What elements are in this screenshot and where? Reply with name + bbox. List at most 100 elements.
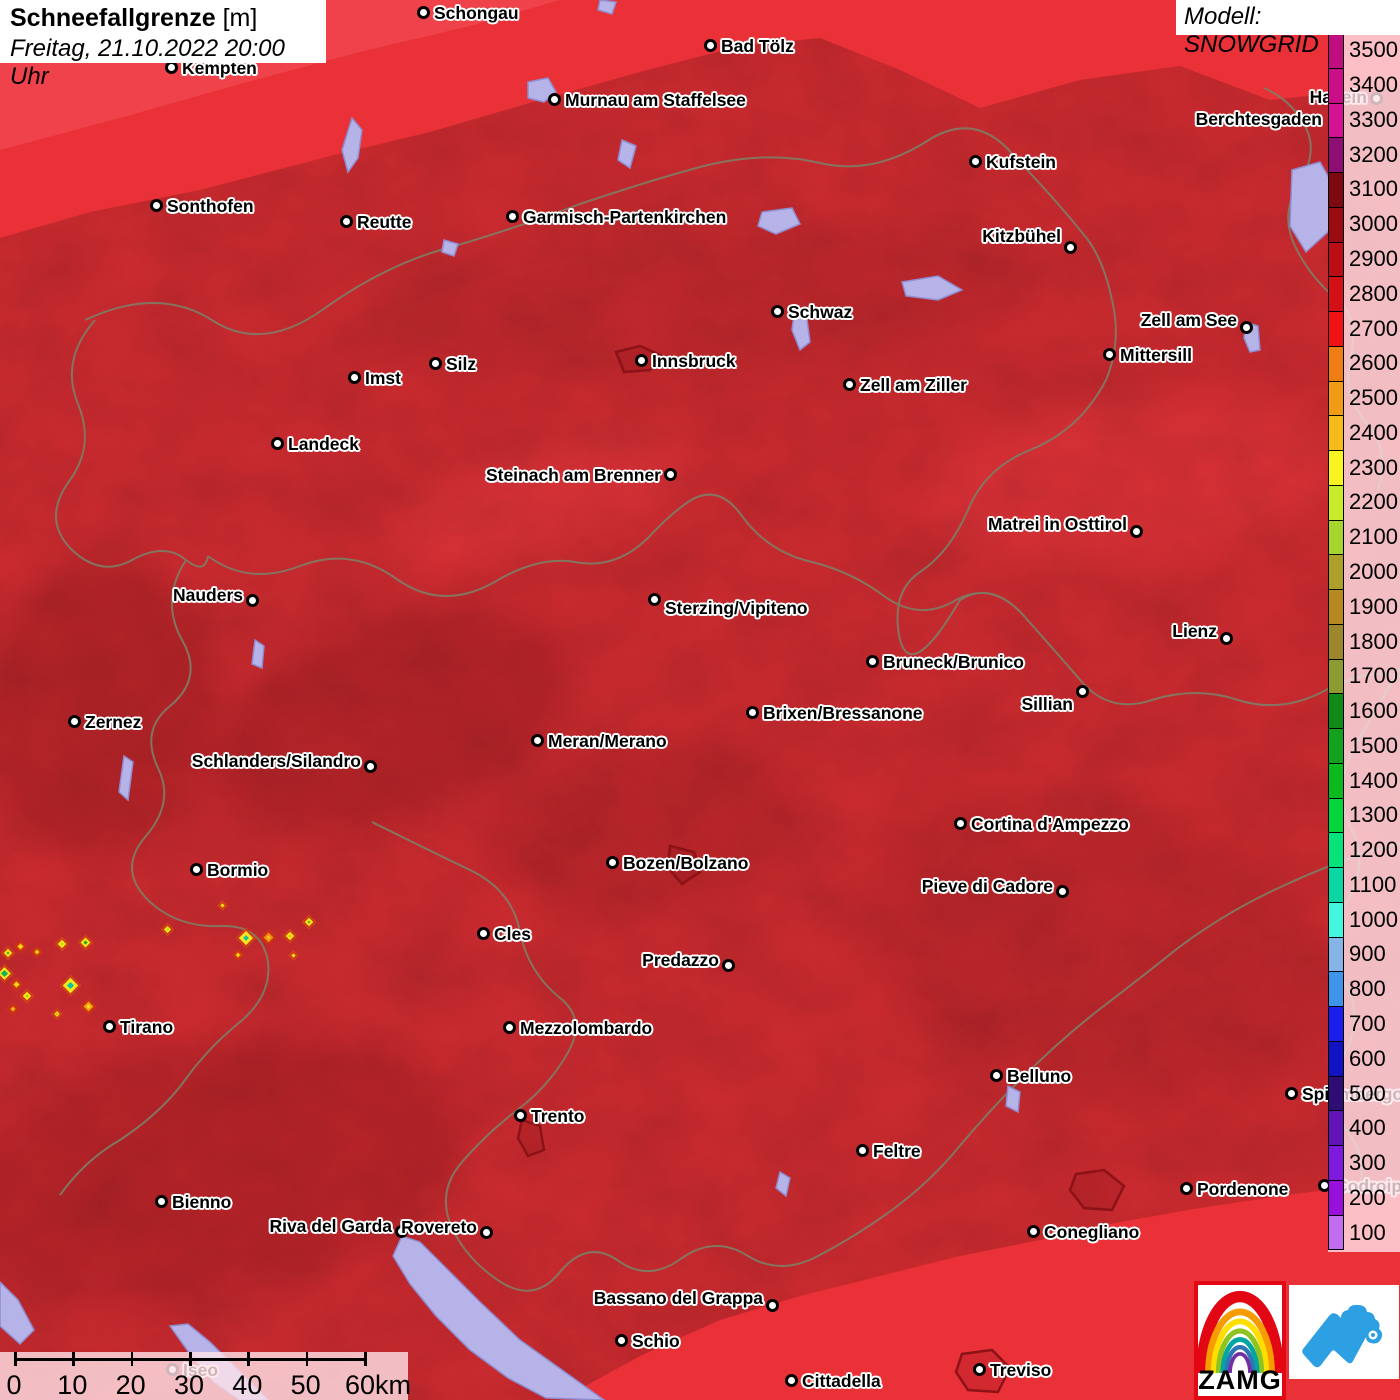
city-label: Nauders	[172, 585, 243, 605]
city-dot	[1240, 321, 1253, 334]
legend-value-label: 2600	[1349, 350, 1398, 376]
city-label: Feltre	[873, 1141, 921, 1161]
title-box: Schneefallgrenze [m] Freitag, 21.10.2022…	[0, 0, 326, 90]
city-label: Mittersill	[1120, 345, 1192, 365]
city-label: Trento	[531, 1106, 585, 1126]
legend-colorbar	[1328, 33, 1344, 1250]
city-dot	[429, 357, 442, 370]
city-dot	[843, 378, 856, 391]
legend-color-segment	[1329, 937, 1343, 973]
legend-color-segment	[1329, 624, 1343, 660]
legend-color-segment	[1329, 68, 1343, 104]
legend-color-segment	[1329, 312, 1343, 347]
legend-color-segment	[1329, 555, 1343, 590]
city-label: Schwaz	[788, 302, 853, 322]
city-label: Rovereto	[401, 1217, 477, 1237]
legend-value-label: 3500	[1349, 37, 1398, 63]
legend-value-label: 1200	[1349, 837, 1398, 863]
city-dot	[103, 1020, 116, 1033]
city-dot	[722, 959, 735, 972]
legend-value-label: 2200	[1349, 489, 1398, 515]
city-dot	[954, 817, 967, 830]
city-dot	[615, 1334, 628, 1347]
legend-value-label: 1000	[1349, 906, 1398, 932]
city-markers-layer: Schongau Kempten Bad Tölz Murnau am Staffel…	[0, 0, 1400, 1400]
legend-value-label: 1400	[1349, 767, 1398, 793]
city-dot	[785, 1374, 798, 1387]
legend-value-label: 2000	[1349, 558, 1398, 584]
zamg-logo-text: ZAMG	[1198, 1365, 1282, 1395]
scalebar-tick	[364, 1352, 367, 1366]
city-dot	[340, 215, 353, 228]
city-label: Bormio	[207, 860, 269, 880]
city-label: Tirano	[120, 1017, 174, 1037]
legend-color-segment	[1329, 103, 1343, 139]
city-dot	[150, 199, 163, 212]
city-label: Imst	[365, 368, 401, 388]
city-dot	[969, 155, 982, 168]
city-dot	[506, 210, 519, 223]
city-label: Sonthofen	[167, 196, 254, 216]
map-datetime: Freitag, 21.10.2022 20:00 Uhr	[10, 35, 285, 90]
legend-value-label: 1100	[1349, 871, 1397, 897]
city-label: Berchtesgaden	[1195, 109, 1322, 129]
legend-value-label: 1800	[1349, 628, 1398, 654]
legend-value-label: 3100	[1349, 176, 1398, 202]
legend-color-segment	[1329, 1146, 1343, 1181]
legend-color-segment	[1329, 590, 1343, 625]
legend-color-segment	[1329, 763, 1343, 799]
city-dot	[480, 1226, 493, 1239]
city-label: Sillian	[1021, 694, 1073, 714]
scalebar-label: 40	[232, 1370, 263, 1400]
scalebar-tick	[72, 1352, 75, 1366]
legend-color-segment	[1329, 242, 1343, 278]
city-label: Belluno	[1007, 1066, 1072, 1086]
city-label: Innsbruck	[652, 351, 736, 371]
city-dot	[348, 371, 361, 384]
legend-color-segment	[1329, 798, 1343, 834]
city-dot	[271, 437, 284, 450]
city-dot	[548, 93, 561, 106]
city-dot	[68, 715, 81, 728]
legend-color-segment	[1329, 1076, 1343, 1112]
legend-color-segment	[1329, 485, 1343, 521]
city-dot	[155, 1195, 168, 1208]
legend-value-label: 400	[1349, 1115, 1386, 1141]
legend-value-label: 1600	[1349, 698, 1398, 724]
legend-color-segment	[1329, 346, 1343, 382]
city-dot	[990, 1069, 1003, 1082]
city-dot	[1220, 632, 1233, 645]
legend-value-label: 100	[1349, 1219, 1386, 1245]
legend-value-label: 2400	[1349, 419, 1398, 445]
partner-logo-box	[1289, 1285, 1399, 1379]
city-dot	[973, 1363, 986, 1376]
city-dot	[1285, 1087, 1298, 1100]
city-label: Landeck	[288, 434, 359, 454]
city-dot	[1130, 525, 1143, 538]
legend-color-segment	[1329, 277, 1343, 312]
city-label: Meran/Merano	[548, 731, 667, 751]
scalebar-label: 60km	[344, 1370, 412, 1400]
city-label: Bienno	[172, 1192, 232, 1212]
city-label: Silz	[446, 354, 477, 374]
legend-color-segment	[1329, 207, 1343, 243]
city-label: Bruneck/Brunico	[883, 652, 1024, 672]
city-dot	[746, 706, 759, 719]
weather-map-screenshot: Schongau Kempten Bad Tölz Murnau am Staffel…	[0, 0, 1400, 1400]
scalebar-tick	[247, 1352, 250, 1366]
scalebar-label: 20	[115, 1370, 146, 1400]
legend-color-segment	[1329, 416, 1343, 451]
legend-value-label: 1300	[1349, 802, 1398, 828]
legend-value-label: 3300	[1349, 106, 1398, 132]
city-label: Mezzolombardo	[520, 1018, 653, 1038]
legend-value-label: 1700	[1349, 663, 1398, 689]
city-label: Predazzo	[642, 950, 719, 970]
city-dot	[866, 655, 879, 668]
legend-color-segment	[1329, 173, 1343, 208]
city-label: Schlanders/Silandro	[191, 751, 361, 771]
legend-color-segment	[1329, 972, 1343, 1007]
legend-value-label: 2500	[1349, 385, 1398, 411]
city-label: Bassano del Grappa	[593, 1288, 763, 1308]
city-label: Zernez	[85, 712, 142, 732]
legend-color-segment	[1329, 381, 1343, 417]
